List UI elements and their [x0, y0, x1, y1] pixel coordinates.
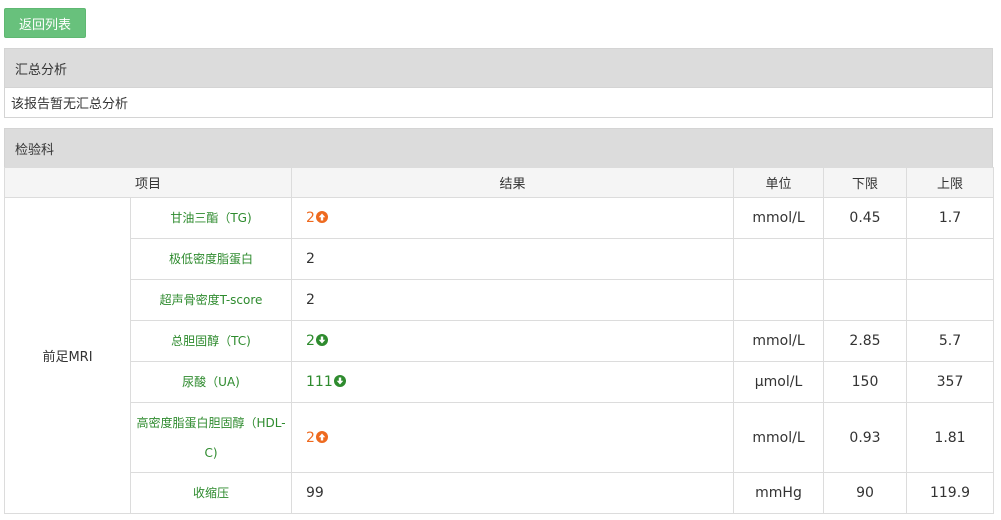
column-header-high: 上限	[906, 167, 995, 198]
result-cell: 2	[291, 320, 735, 362]
item-name: 高密度脂蛋白胆固醇（HDL-C)	[129, 402, 293, 473]
department-panel-header: 检验科	[4, 128, 993, 168]
unit-cell: mmol/L	[733, 320, 825, 362]
result-cell: 2	[291, 197, 735, 239]
high-limit-cell: 357	[906, 361, 995, 403]
summary-title: 汇总分析	[15, 62, 68, 78]
result-value: 111	[306, 374, 333, 390]
table-row: 极低密度脂蛋白 2	[5, 238, 995, 280]
result-value: 2	[306, 210, 315, 226]
item-name: 极低密度脂蛋白	[129, 238, 293, 280]
low-limit-cell: 150	[823, 361, 908, 403]
unit-cell: mmol/L	[733, 402, 825, 473]
table-row: 收缩压 99 mmHg 90 119.9	[5, 472, 995, 514]
high-limit-cell: 1.7	[906, 197, 995, 239]
department-title: 检验科	[15, 142, 55, 158]
low-limit-cell: 0.45	[823, 197, 908, 239]
result-cell: 2	[291, 238, 735, 280]
unit-cell: μmol/L	[733, 361, 825, 403]
arrow-down-circle-icon	[315, 334, 328, 346]
table-header-row: 项目 结果 单位 下限 上限	[3, 167, 995, 198]
low-limit-cell: 0.93	[823, 402, 908, 473]
unit-cell: mmHg	[733, 472, 825, 514]
column-header-low: 下限	[823, 167, 908, 198]
column-header-item: 项目	[3, 167, 293, 198]
result-cell: 99	[291, 472, 735, 514]
result-cell: 2	[291, 402, 735, 473]
result-cell: 2	[291, 279, 735, 321]
item-name: 甘油三酯（TG)	[129, 197, 293, 239]
table-row: 总胆固醇（TC) 2 mmol/L 2.85 5.7	[5, 320, 995, 362]
low-limit-cell: 2.85	[823, 320, 908, 362]
item-name: 超声骨密度T-score	[129, 279, 293, 321]
high-limit-cell	[906, 279, 995, 321]
arrow-down-circle-icon	[333, 375, 346, 387]
table-row: 高密度脂蛋白胆固醇（HDL-C) 2 mmol/L 0.93 1.81	[5, 402, 995, 473]
result-value: 99	[306, 485, 324, 501]
table-row: 尿酸（UA) 111 μmol/L 150 357	[5, 361, 995, 403]
low-limit-cell	[823, 279, 908, 321]
group-label: 前足MRI	[4, 197, 131, 514]
column-header-result: 结果	[291, 167, 735, 198]
column-header-unit: 单位	[733, 167, 825, 198]
high-limit-cell	[906, 238, 995, 280]
summary-panel-body: 该报告暂无汇总分析	[4, 88, 993, 118]
item-name: 总胆固醇（TC)	[129, 320, 293, 362]
unit-cell	[733, 279, 825, 321]
result-cell: 111	[291, 361, 735, 403]
high-limit-cell: 5.7	[906, 320, 995, 362]
result-value: 2	[306, 429, 315, 446]
arrow-up-circle-icon	[315, 430, 328, 443]
table-row: 超声骨密度T-score 2	[5, 279, 995, 321]
back-to-list-button[interactable]: 返回列表	[4, 8, 86, 38]
summary-text: 该报告暂无汇总分析	[11, 97, 129, 112]
low-limit-cell: 90	[823, 472, 908, 514]
unit-cell: mmol/L	[733, 197, 825, 239]
lab-results-table: 项目 结果 单位 下限 上限 前足MRI 甘油三酯（TG) 2 mmol/L 0.45 1…	[3, 167, 995, 514]
result-value: 2	[306, 292, 315, 308]
unit-cell	[733, 238, 825, 280]
table-row: 前足MRI 甘油三酯（TG) 2 mmol/L 0.45 1.7	[4, 197, 995, 514]
result-value: 2	[306, 251, 315, 267]
arrow-up-circle-icon	[315, 211, 328, 223]
high-limit-cell: 1.81	[906, 402, 995, 473]
high-limit-cell: 119.9	[906, 472, 995, 514]
low-limit-cell	[823, 238, 908, 280]
item-name: 尿酸（UA)	[129, 361, 293, 403]
summary-panel-header: 汇总分析	[4, 48, 993, 88]
item-name: 收缩压	[129, 472, 293, 514]
result-value: 2	[306, 333, 315, 349]
